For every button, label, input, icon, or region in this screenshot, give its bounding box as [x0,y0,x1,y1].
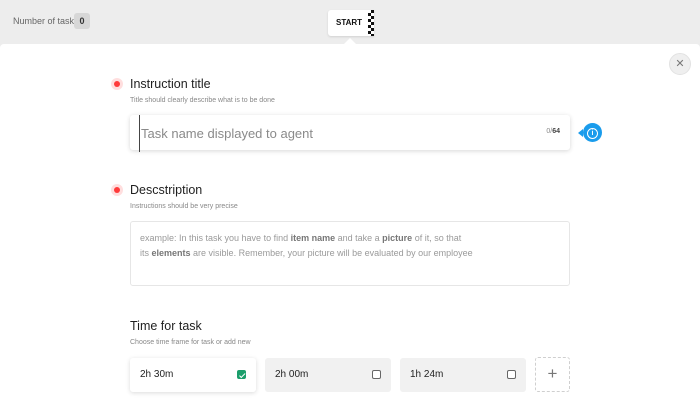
time-hint: Choose time frame for task or add new [130,339,251,346]
info-icon: i [587,128,598,139]
top-bar: Number of tasks 0 START [0,0,700,44]
tasks-count-badge: 0 [74,13,90,29]
time-heading: Time for task [130,319,202,333]
required-dot-icon [114,81,120,87]
time-option-label: 1h 24m [410,369,444,380]
time-option-checkbox[interactable] [237,370,246,379]
tasks-count-label: Number of tasks [13,16,79,26]
description-hint: Instructions should be very precise [130,203,238,210]
instruction-title-input[interactable] [139,115,544,152]
time-option-label: 2h 00m [275,369,309,380]
info-button[interactable]: i [578,123,602,142]
instruction-title-hint: Title should clearly describe what is to… [130,97,275,104]
description-placeholder-text: elements [151,248,191,258]
time-option-card[interactable]: 2h 30m [130,358,256,392]
time-option-checkbox[interactable] [372,370,381,379]
description-placeholder-text: picture [382,233,413,243]
description-placeholder-text: and take a [335,233,383,243]
instruction-title-heading: Instruction title [130,77,211,91]
plus-icon: + [547,364,558,383]
time-option-card[interactable]: 1h 24m [400,358,526,392]
description-heading: Descstription [130,183,203,197]
add-time-option-button[interactable]: + [535,357,570,392]
description-placeholder-text: of it, so that [412,233,462,243]
character-counter: 0/64 [546,128,560,135]
description-placeholder-text: item name [290,233,336,243]
time-option-card[interactable]: 2h 00m [265,358,391,392]
instruction-title-field: 0/64 [130,115,570,152]
close-button[interactable]: ✕ [669,53,691,75]
time-option-label: 2h 30m [140,369,174,380]
description-textarea[interactable]: example: In this task you have to find i… [130,221,570,286]
description-placeholder-text: are visible. Remember, your picture will… [190,248,473,258]
description-placeholder-text: its [140,248,152,258]
checkered-flag-icon [368,10,374,36]
time-option-checkbox[interactable] [507,370,516,379]
close-icon: ✕ [675,58,685,70]
description-placeholder-text: example: In this task you have to find [140,233,291,243]
required-dot-icon [114,187,120,193]
